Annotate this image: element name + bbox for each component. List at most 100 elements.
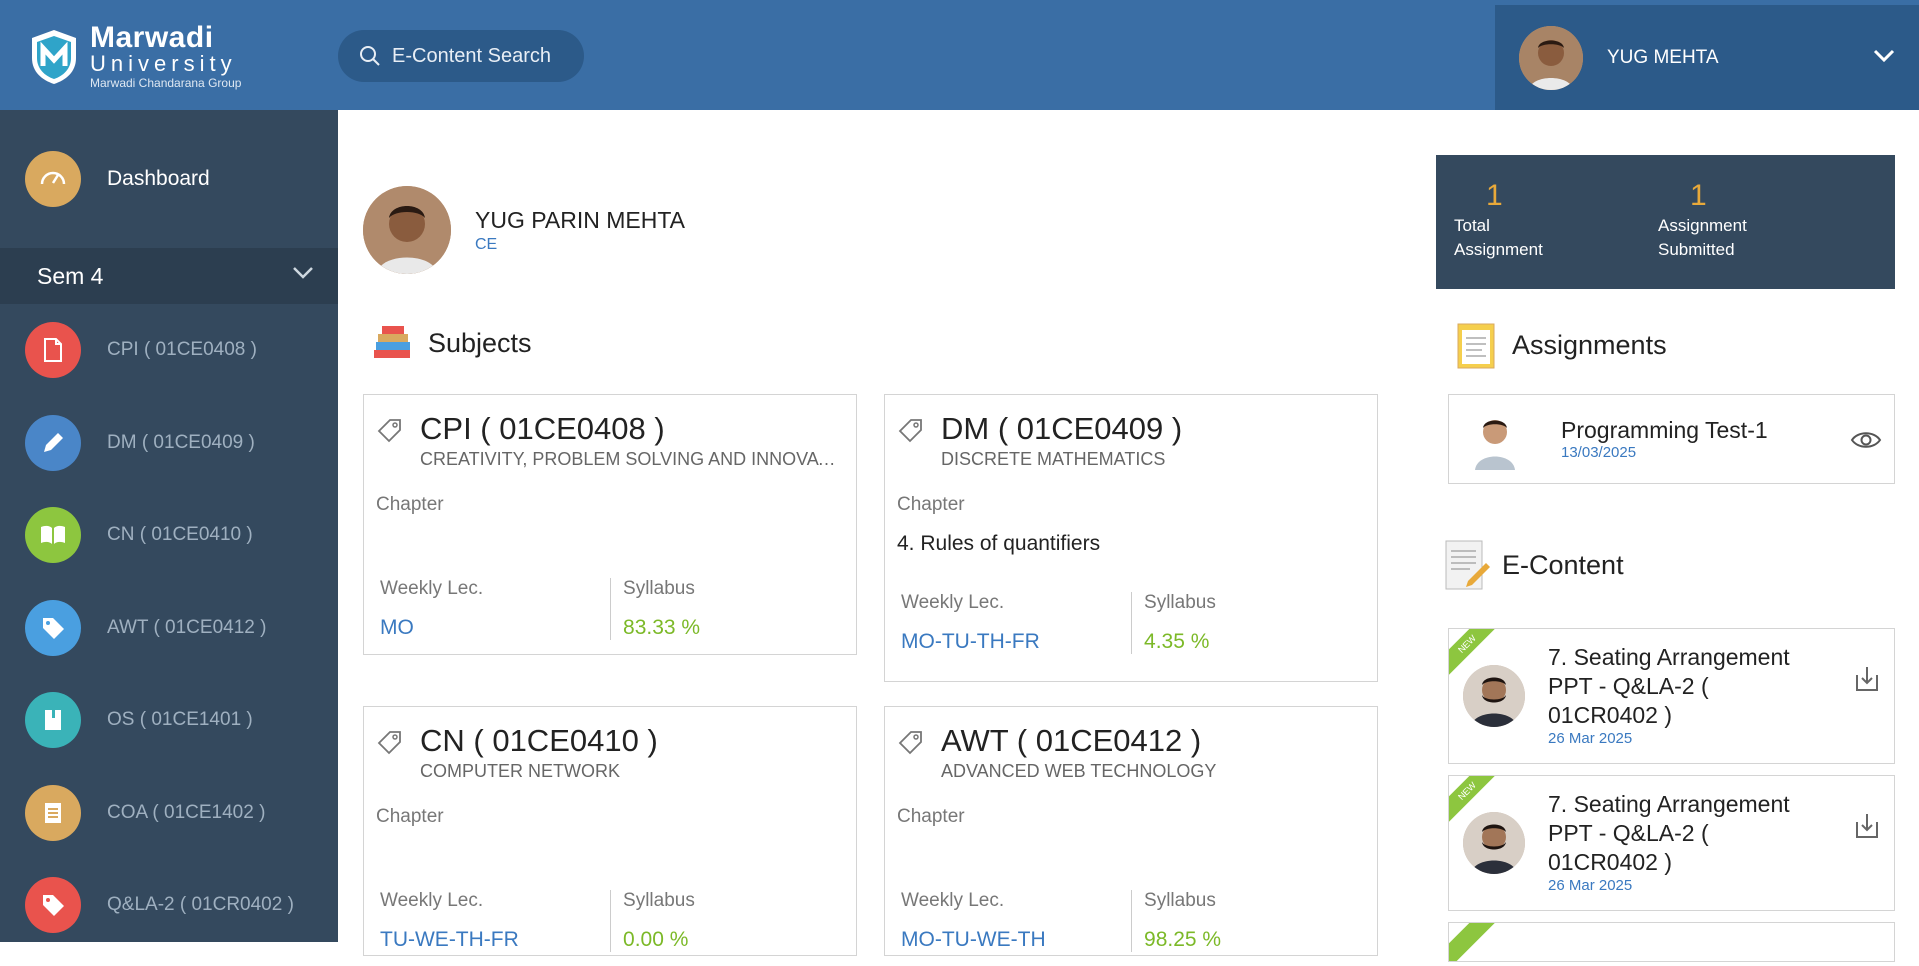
chapter-label: Chapter: [376, 494, 444, 515]
sidebar-item-qla2[interactable]: Q&LA-2 ( 01CR0402 ): [0, 859, 338, 952]
download-icon[interactable]: [1854, 812, 1880, 840]
subject-code: DM ( 01CE0409 ): [941, 411, 1183, 446]
teacher-avatar: [1463, 665, 1525, 727]
econtent-item-title: 7. Seating Arrangement PPT - Q&LA-2 ( 01…: [1548, 791, 1790, 875]
syllabus-value: 83.33 %: [623, 616, 701, 639]
chapter-label: Chapter: [897, 806, 965, 827]
semester-selector[interactable]: Sem 4: [0, 248, 338, 304]
document-pencil-icon: [1445, 540, 1490, 590]
assignment-submitted-label-2: Submitted: [1658, 240, 1735, 259]
sidebar-item-label: AWT ( 01CE0412 ): [107, 616, 267, 638]
subject-card-cpi[interactable]: CPI ( 01CE0408 ) CREATIVITY, PROBLEM SOL…: [363, 394, 857, 655]
tag-icon: [377, 731, 401, 755]
subject-name: COMPUTER NETWORK: [420, 761, 620, 781]
books-icon: [374, 326, 410, 358]
notepad-icon: [1457, 323, 1495, 369]
sidebar: Dashboard Sem 4 CPI ( 01CE0408 ) DM ( 01…: [0, 110, 338, 942]
total-assignment-count: 1: [1486, 179, 1503, 212]
assignments-heading: Assignments: [1452, 318, 1667, 372]
tag-icon: [25, 599, 81, 656]
eye-icon[interactable]: [1850, 429, 1882, 451]
weekly-lec-label: Weekly Lec.: [380, 890, 484, 911]
brand-name: Marwadi: [90, 21, 214, 54]
assignment-item[interactable]: Programming Test-1 13/03/2025: [1448, 394, 1895, 484]
subject-card-awt[interactable]: AWT ( 01CE0412 ) ADVANCED WEB TECHNOLOGY…: [884, 706, 1378, 956]
total-assignment-label-1: Total: [1454, 216, 1490, 235]
subject-code: CN ( 01CE0410 ): [420, 723, 658, 758]
econtent-item[interactable]: NEW 7. Seating Arrangement PPT - Q&LA-2 …: [1448, 775, 1895, 911]
sidebar-item-label: CPI ( 01CE0408 ): [107, 339, 257, 361]
tag-icon: [377, 419, 401, 443]
sidebar-item-dm[interactable]: DM ( 01CE0409 ): [0, 397, 338, 490]
assignment-date: 13/03/2025: [1561, 444, 1637, 461]
semester-label: Sem 4: [37, 262, 104, 289]
sidebar-item-label: Q&LA-2 ( 01CR0402 ): [107, 894, 294, 916]
subject-name: DISCRETE MATHEMATICS: [941, 449, 1166, 469]
teacher-avatar: [1467, 408, 1523, 470]
brand-subname: University: [90, 51, 237, 76]
user-name: YUG MEHTA: [1607, 46, 1719, 68]
weekly-lec-value: MO-TU-TH-FR: [901, 630, 1040, 653]
subject-card-dm[interactable]: DM ( 01CE0409 ) DISCRETE MATHEMATICS Cha…: [884, 394, 1378, 682]
download-icon[interactable]: [1854, 665, 1880, 693]
total-assignment-stat: 1 Total Assignment: [1454, 179, 1543, 261]
chevron-down-icon[interactable]: [1873, 49, 1895, 63]
weekly-lec-value: MO: [380, 616, 414, 639]
user-menu[interactable]: YUG MEHTA: [1495, 5, 1919, 110]
student-department: CE: [475, 235, 498, 253]
sidebar-item-label: CN ( 01CE0410 ): [107, 524, 253, 546]
sidebar-item-cn[interactable]: CN ( 01CE0410 ): [0, 489, 338, 582]
assignment-submitted-count: 1: [1690, 179, 1707, 212]
university-logo[interactable]: Marwadi University Marwadi Chandarana Gr…: [28, 22, 241, 92]
syllabus-label: Syllabus: [1144, 592, 1216, 613]
econtent-title: E-Content: [1502, 549, 1624, 580]
new-badge-partial: [1449, 923, 1501, 961]
sidebar-item-cpi[interactable]: CPI ( 01CE0408 ): [0, 304, 338, 397]
student-profile: YUG PARIN MEHTA CE: [363, 186, 685, 274]
total-assignment-label-2: Assignment: [1454, 240, 1543, 259]
chevron-down-icon: [293, 267, 313, 279]
subject-name: CREATIVITY, PROBLEM SOLVING AND INNOVATI…: [420, 449, 840, 469]
econtent-item[interactable]: NEW 7. Seating Arrangement PPT - Q&LA-2 …: [1448, 628, 1895, 764]
syllabus-value: 98.25 %: [1144, 928, 1222, 951]
pencil-icon: [25, 414, 81, 471]
sidebar-item-os[interactable]: OS ( 01CE1401 ): [0, 674, 338, 767]
syllabus-value: 4.35 %: [1144, 630, 1210, 653]
weekly-lec-label: Weekly Lec.: [380, 578, 484, 599]
econtent-heading: E-Content: [1440, 535, 1624, 595]
chapter-value: [364, 516, 856, 564]
syllabus-value: 0.00 %: [623, 928, 689, 951]
speedometer-icon: [25, 151, 81, 207]
econtent-search-button[interactable]: E-Content Search: [338, 30, 584, 82]
book-icon: [25, 507, 81, 564]
search-icon: [360, 46, 380, 66]
chapter-value: [364, 828, 856, 876]
subject-code: AWT ( 01CE0412 ): [941, 723, 1202, 758]
teacher-avatar: [1463, 812, 1525, 874]
assignment-stats-panel: 1 Total Assignment 1 Assignment Submitte…: [1436, 155, 1895, 289]
syllabus-label: Syllabus: [623, 890, 695, 911]
list-icon: [25, 784, 81, 841]
sidebar-item-awt[interactable]: AWT ( 01CE0412 ): [0, 582, 338, 675]
sidebar-item-label: COA ( 01CE1402 ): [107, 801, 266, 823]
assignments-title: Assignments: [1512, 329, 1667, 360]
brand-group: Marwadi Chandarana Group: [90, 76, 242, 90]
tag-icon: [25, 877, 81, 934]
student-name: YUG PARIN MEHTA: [475, 206, 685, 233]
econtent-item[interactable]: [1448, 922, 1895, 962]
econtent-item-title: 7. Seating Arrangement PPT - Q&LA-2 ( 01…: [1548, 644, 1790, 728]
subject-card-cn[interactable]: CN ( 01CE0410 ) COMPUTER NETWORK Chapter…: [363, 706, 857, 956]
profile-avatar: [363, 186, 451, 274]
assignment-submitted-stat: 1 Assignment Submitted: [1658, 179, 1747, 261]
weekly-lec-value: MO-TU-WE-TH: [901, 928, 1046, 951]
chapter-value: [885, 828, 1377, 876]
sidebar-item-label: OS ( 01CE1401 ): [107, 709, 253, 731]
document-icon: [25, 322, 81, 379]
econtent-item-date: 26 Mar 2025: [1548, 730, 1633, 747]
dashboard-label: Dashboard: [107, 167, 210, 190]
subject-code: CPI ( 01CE0408 ): [420, 411, 665, 446]
sidebar-item-dashboard[interactable]: Dashboard: [0, 110, 338, 248]
search-label: E-Content Search: [392, 44, 551, 67]
shield-logo-icon: [32, 30, 76, 84]
sidebar-item-coa[interactable]: COA ( 01CE1402 ): [0, 767, 338, 860]
